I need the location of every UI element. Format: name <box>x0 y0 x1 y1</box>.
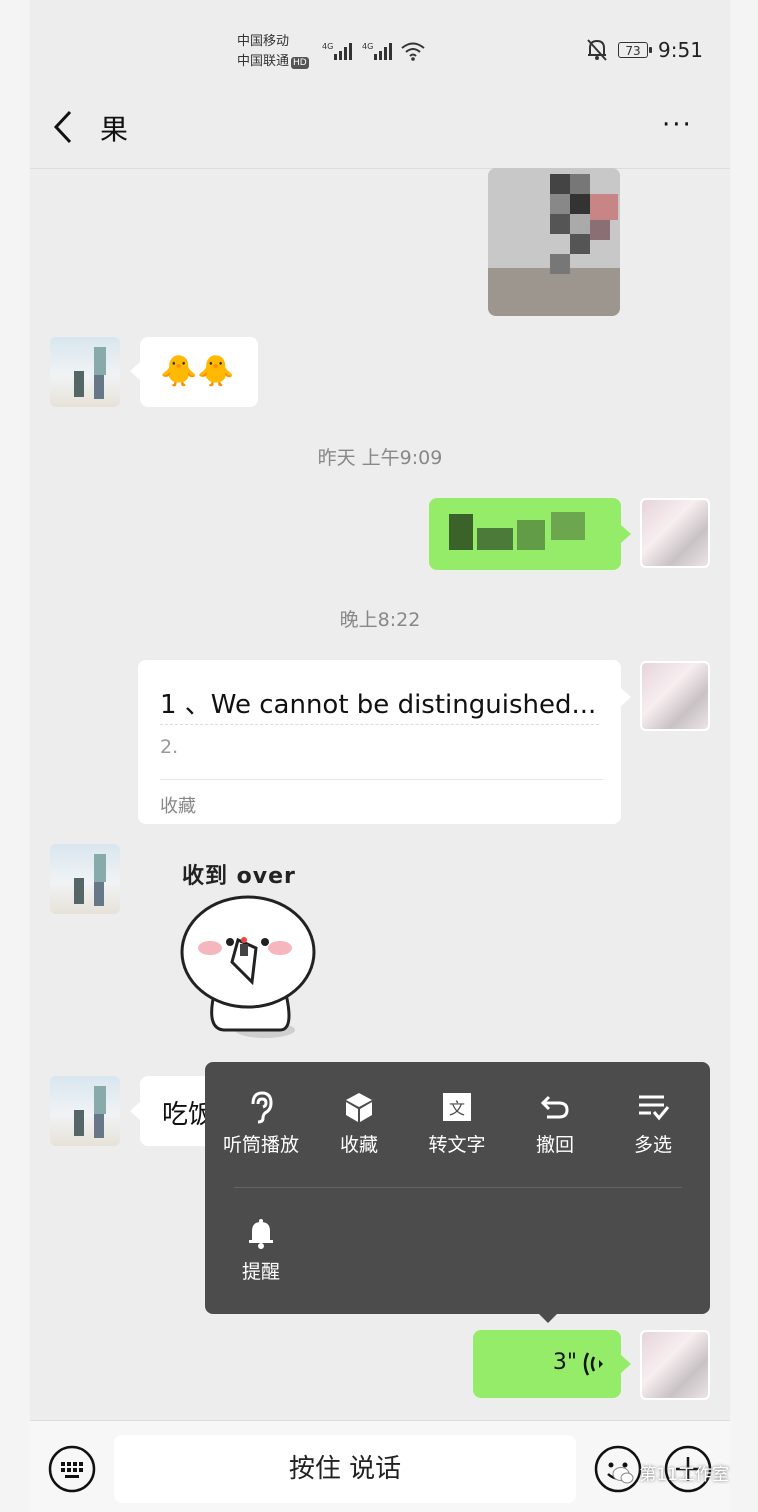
card-title: 1 、We cannot be distinguished... <box>160 690 597 720</box>
signal-icon-2: 4G <box>362 42 392 60</box>
chat-title: 果 <box>100 113 129 146</box>
back-arrow-icon[interactable] <box>48 108 78 146</box>
chat-screen: 中国移动 中国联通 HD 4G 4G 73 9:51 果 ··· 🐥🐥 昨天 上… <box>30 0 730 1512</box>
my-avatar[interactable] <box>640 1330 710 1400</box>
my-avatar[interactable] <box>640 661 710 731</box>
sticker-caption: 收到 over <box>182 864 296 889</box>
menu-item-favorite[interactable]: 收藏 <box>311 1090 407 1157</box>
message-context-menu: 听筒播放 收藏 文 转文字 撤回 多选 提醒 <box>205 1062 710 1314</box>
hd-badge: HD <box>291 57 309 69</box>
voice-wave-icon <box>583 1352 603 1376</box>
undo-icon <box>540 1095 569 1119</box>
hold-to-talk-button[interactable]: 按住 说话 <box>114 1435 576 1503</box>
contact-avatar[interactable] <box>50 337 120 407</box>
svg-text:4G: 4G <box>362 42 373 51</box>
keyboard-icon[interactable] <box>48 1445 96 1493</box>
battery-icon: 73 <box>618 42 652 58</box>
chick-emoji-icon: 🐥🐥 <box>160 354 235 389</box>
ear-icon <box>251 1091 273 1124</box>
timestamp: 晚上8:22 <box>339 609 421 631</box>
cube-icon <box>346 1093 372 1122</box>
sticker-image[interactable] <box>170 890 330 1050</box>
svg-text:文: 文 <box>449 1099 465 1118</box>
chat-header: 果 ··· <box>30 90 730 169</box>
text-convert-icon: 文 <box>443 1093 471 1121</box>
text-message-censored[interactable] <box>429 498 621 570</box>
watermark: 第11工作室 <box>612 1460 729 1485</box>
more-options-icon[interactable]: ··· <box>662 110 693 140</box>
favorite-card-message[interactable]: 1 、We cannot be distinguished... 2. 收藏 <box>138 660 621 824</box>
bell-icon <box>249 1219 273 1249</box>
wifi-icon <box>401 42 425 61</box>
my-avatar[interactable] <box>640 498 710 568</box>
emoji-message[interactable]: 🐥🐥 <box>140 337 258 407</box>
card-footer: 收藏 <box>160 796 196 817</box>
menu-item-multi-select[interactable]: 多选 <box>605 1090 701 1157</box>
contact-avatar[interactable] <box>50 844 120 914</box>
image-message[interactable] <box>488 168 620 316</box>
menu-item-remind[interactable]: 提醒 <box>213 1217 309 1284</box>
mute-bell-icon <box>587 39 607 61</box>
wechat-logo-icon <box>612 1467 634 1484</box>
carrier-info: 中国移动 中国联通 HD <box>237 32 309 72</box>
clock: 9:51 <box>658 38 703 62</box>
timestamp: 昨天 上午9:09 <box>317 447 443 469</box>
status-bar: 中国移动 中国联通 HD 4G 4G 73 9:51 <box>30 0 730 90</box>
voice-duration: 3" <box>552 1350 577 1375</box>
svg-text:4G: 4G <box>322 42 333 51</box>
contact-avatar[interactable] <box>50 1076 120 1146</box>
card-subtitle: 2. <box>160 736 179 758</box>
carrier-1: 中国移动 <box>237 34 290 49</box>
menu-item-convert-text[interactable]: 文 转文字 <box>409 1090 505 1157</box>
carrier-2: 中国联通 <box>237 54 290 69</box>
signal-icon: 4G <box>322 42 352 60</box>
menu-item-earpiece[interactable]: 听筒播放 <box>213 1090 309 1157</box>
voice-message[interactable]: 3" <box>473 1330 621 1398</box>
multi-select-icon <box>639 1095 670 1121</box>
menu-item-recall[interactable]: 撤回 <box>507 1090 603 1157</box>
